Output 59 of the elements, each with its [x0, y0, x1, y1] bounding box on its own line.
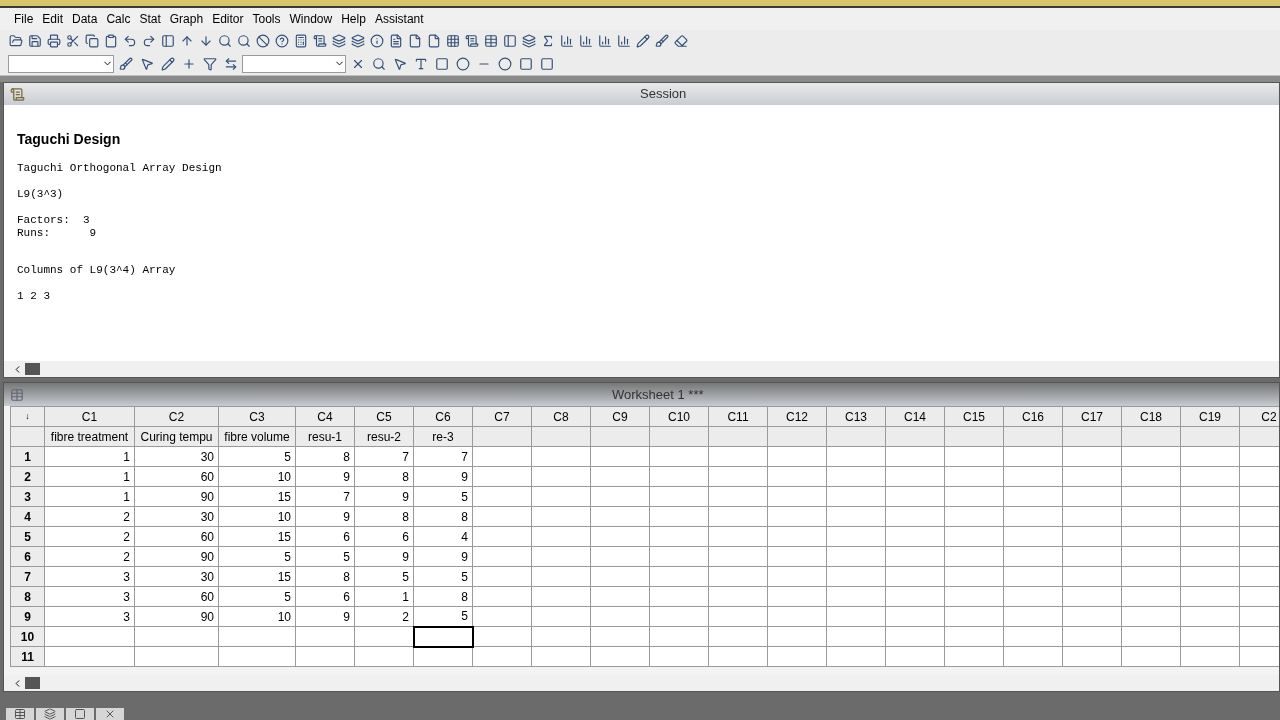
column-header[interactable]: C3: [218, 406, 296, 427]
menu-item[interactable]: Help: [337, 10, 370, 28]
column-header[interactable]: C19: [1180, 406, 1240, 427]
row-header[interactable]: 9: [10, 606, 45, 627]
menu-item[interactable]: Edit: [38, 10, 68, 28]
session-output-line: Columns of L9(3^4) Array: [17, 264, 177, 277]
row-header[interactable]: 4: [10, 506, 45, 527]
column-header[interactable]: C18: [1121, 406, 1181, 427]
scrollbar-thumb[interactable]: [25, 363, 40, 375]
menu-item[interactable]: Window: [285, 10, 337, 28]
session-output-line: Taguchi Orthogonal Array Design: [17, 162, 223, 175]
row-header[interactable]: 10: [10, 626, 45, 647]
row-header[interactable]: 2: [10, 466, 45, 487]
row-header[interactable]: 6: [10, 546, 45, 567]
session-icon: [10, 86, 25, 102]
column-header[interactable]: C2: [1239, 406, 1279, 427]
column-header[interactable]: C2: [134, 406, 219, 427]
session-output-line: Runs: 9: [17, 227, 98, 240]
row-header[interactable]: 5: [10, 526, 45, 547]
column-header[interactable]: C12: [767, 406, 827, 427]
close-icon[interactable]: [96, 708, 124, 720]
column-header[interactable]: C7: [472, 406, 532, 427]
column-header[interactable]: C14: [885, 406, 945, 427]
session-heading: Taguchi Design: [17, 130, 122, 149]
column-header[interactable]: C13: [826, 406, 886, 427]
column-header[interactable]: C11: [708, 406, 768, 427]
column-header[interactable]: C8: [531, 406, 591, 427]
row-header[interactable]: 11: [10, 646, 45, 667]
row-header[interactable]: 7: [10, 566, 45, 587]
selected-cell[interactable]: [413, 626, 473, 647]
column-header[interactable]: C16: [1003, 406, 1063, 427]
menu-item[interactable]: Graph: [165, 10, 208, 28]
session-output-line: Factors: 3: [17, 214, 91, 227]
column-header[interactable]: C1: [44, 406, 135, 427]
menu-item[interactable]: Data: [68, 10, 102, 28]
column-header[interactable]: C15: [944, 406, 1004, 427]
column-header[interactable]: C6: [413, 406, 473, 427]
column-header[interactable]: C9: [590, 406, 650, 427]
session-output-line: L9(3^3): [17, 188, 65, 201]
menu-item[interactable]: Assistant: [370, 10, 428, 28]
maximize-icon[interactable]: [66, 708, 94, 720]
row-header[interactable]: 1: [10, 446, 45, 467]
column-header[interactable]: C10: [649, 406, 709, 427]
column-header[interactable]: C5: [354, 406, 414, 427]
column-header[interactable]: C17: [1062, 406, 1122, 427]
window-title: Worksheet 1 ***: [612, 385, 704, 404]
corner-header: ↓: [10, 406, 45, 427]
menu-item[interactable]: File: [10, 10, 38, 28]
menu-item[interactable]: Stat: [135, 10, 165, 28]
menu-item[interactable]: Editor: [208, 10, 248, 28]
window-title: Session: [640, 85, 687, 104]
scrollbar-thumb[interactable]: [25, 677, 40, 689]
row-header[interactable]: 8: [10, 586, 45, 607]
session-output-line: 1 2 3: [17, 290, 51, 303]
worksheet-icon: [10, 387, 24, 402]
menu-item[interactable]: Tools: [248, 10, 285, 28]
menu-item[interactable]: Calc: [102, 10, 135, 28]
column-header[interactable]: C4: [295, 406, 355, 427]
row-header[interactable]: 3: [10, 486, 45, 507]
